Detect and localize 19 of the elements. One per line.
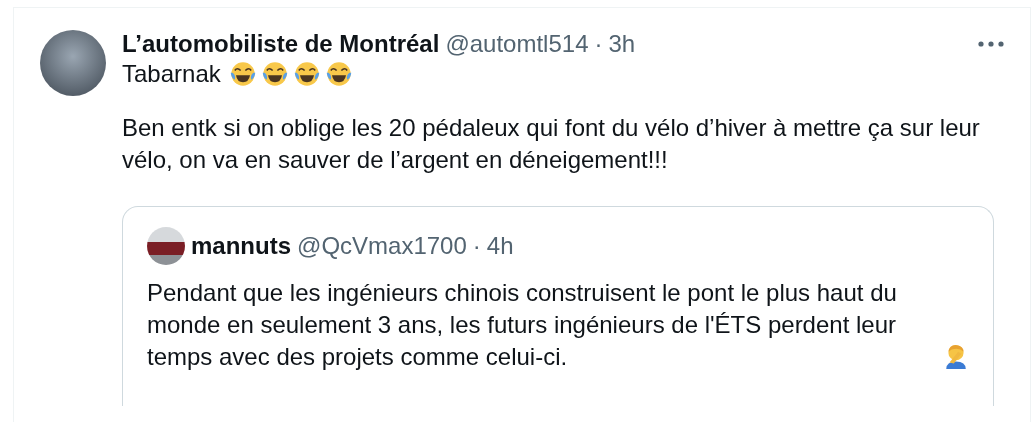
author-name: mannuts	[191, 232, 291, 260]
post-text: Ben entk si on oblige les 20 pédaleux qui font du vélo d’hiver à mettre ça sur leur vélo, on va en sauver de l’argent en déneigement!!!	[122, 113, 981, 175]
post-time: 4h	[486, 232, 514, 260]
laughing-crying-face-icon	[292, 60, 321, 88]
author-handle: @QcVmax1700	[297, 232, 467, 260]
author-name[interactable]: L’automobiliste de Montréal	[122, 30, 440, 58]
more-options-icon[interactable]	[978, 41, 1004, 47]
separator-dot: ·	[472, 232, 481, 260]
avatar-photo-placeholder[interactable]	[147, 227, 185, 265]
laughing-crying-face-icon	[324, 60, 353, 88]
laughing-crying-face-icon	[228, 60, 257, 88]
facepalm-person-icon	[943, 343, 969, 369]
post-time[interactable]: 3h	[608, 30, 636, 58]
laughing-crying-face-icon	[260, 60, 289, 88]
quoted-post-card[interactable]	[122, 206, 994, 406]
separator-dot: ·	[594, 30, 603, 58]
quoted-post-text: Pendant que les ingénieurs chinois construisent le pont le plus haut du monde en seulement 3 ans, les futurs ingénieurs de l'ÉTS perdent leur temps avec des projets comme celui-ci.	[147, 278, 898, 372]
author-handle[interactable]: @automtl514	[445, 30, 589, 58]
post-text: Tabarnak	[122, 59, 221, 89]
